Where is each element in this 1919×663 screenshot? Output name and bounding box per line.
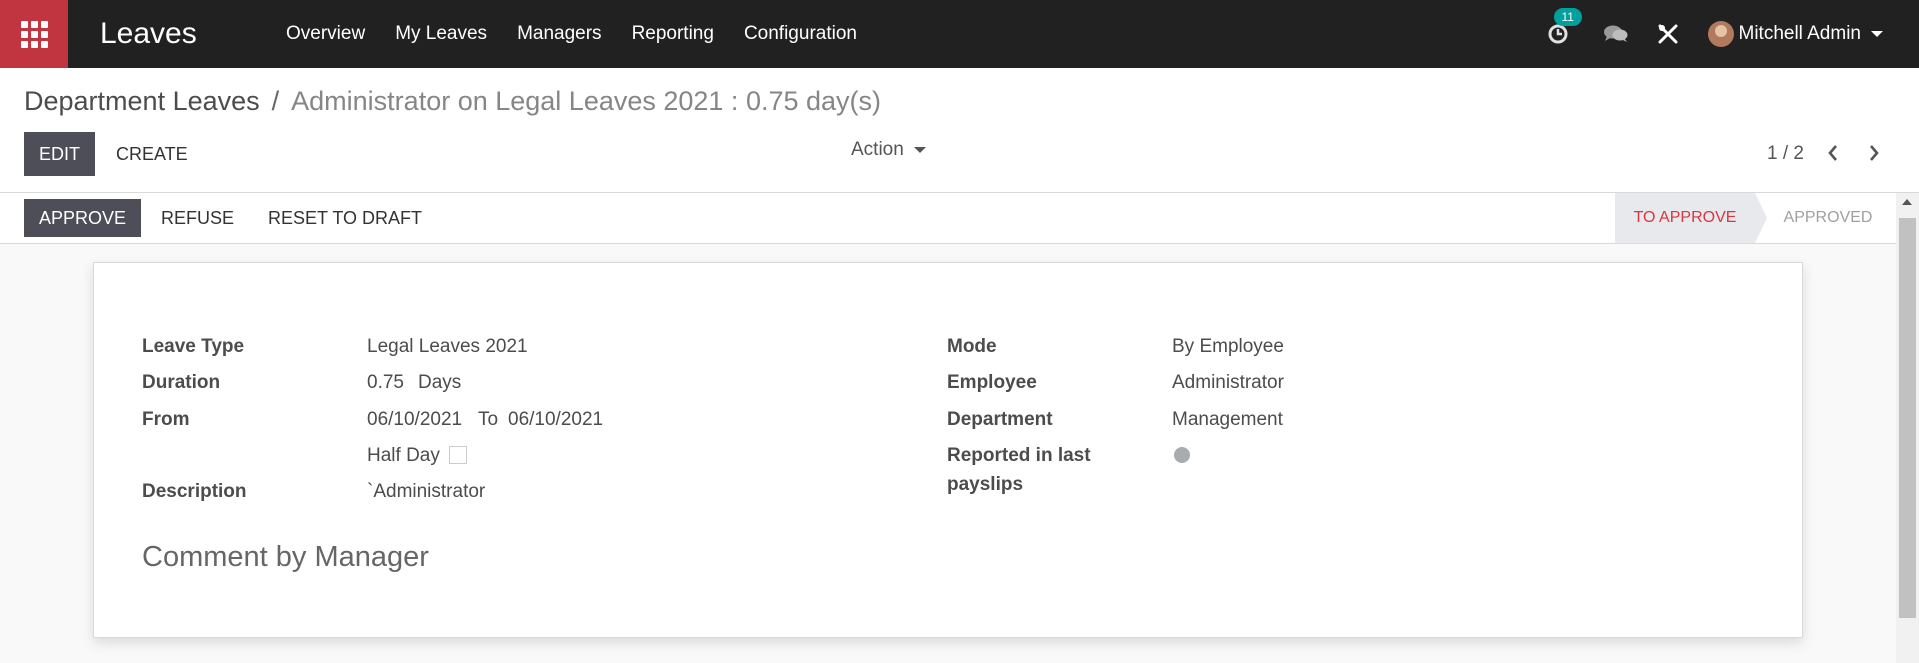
top-navbar: Leaves Overview My Leaves Managers Repor… — [0, 0, 1919, 68]
apps-grid-icon — [20, 20, 48, 48]
form-statusbar: APPROVE REFUSE RESET TO DRAFT TO APPROVE… — [0, 193, 1896, 244]
action-dropdown[interactable]: Action — [851, 139, 926, 161]
main-menu: Overview My Leaves Managers Reporting Co… — [286, 23, 887, 45]
mode-label: Mode — [947, 336, 997, 357]
from-label: From — [142, 409, 190, 430]
breadcrumb-separator: / — [271, 86, 280, 116]
pager-previous-button[interactable] — [1821, 138, 1845, 168]
scroll-up-arrow-icon[interactable] — [1902, 199, 1912, 205]
chevron-left-icon — [1828, 145, 1837, 161]
reported-label-line1: Reported in last — [947, 445, 1091, 466]
half-day-checkbox[interactable] — [449, 446, 467, 464]
refuse-button[interactable]: REFUSE — [161, 208, 234, 229]
chat-icon — [1603, 25, 1627, 42]
duration-unit: Days — [418, 372, 462, 393]
stage-approved[interactable]: APPROVED — [1770, 193, 1886, 243]
tools-icon — [1658, 24, 1677, 44]
stage-to-approve[interactable]: TO APPROVE — [1615, 193, 1755, 243]
stage-arrow — [1755, 193, 1767, 243]
control-panel: Department Leaves / Administrator on Legal… — [0, 68, 1919, 193]
user-name: Mitchell Admin — [1738, 23, 1862, 44]
duration-label: Duration — [142, 372, 221, 393]
half-day-label: Half Day — [367, 445, 440, 466]
menu-item-reporting[interactable]: Reporting — [632, 23, 714, 45]
edit-button[interactable]: EDIT — [24, 132, 95, 176]
duration-value[interactable]: 0.75 — [367, 372, 404, 394]
scrollbar-thumb[interactable] — [1899, 218, 1916, 618]
form-sheet: Leave Type Legal Leaves 2021 Duration 0.… — [93, 262, 1803, 638]
menu-item-managers[interactable]: Managers — [517, 23, 602, 45]
menu-item-configuration[interactable]: Configuration — [744, 23, 857, 45]
chevron-right-icon — [1870, 145, 1879, 161]
reset-to-draft-button[interactable]: RESET TO DRAFT — [268, 208, 422, 229]
reported-status-indicator — [1174, 447, 1190, 463]
activity-count-badge: 11 — [1553, 8, 1582, 26]
employee-label: Employee — [947, 372, 1037, 393]
to-label: To — [478, 409, 499, 430]
from-date[interactable]: 06/10/2021 — [367, 409, 462, 431]
mode-value[interactable]: By Employee — [1172, 336, 1284, 358]
reported-label-line2: payslips — [947, 474, 1024, 495]
scrollbar[interactable] — [1896, 193, 1919, 663]
to-date[interactable]: 06/10/2021 — [508, 409, 603, 431]
breadcrumb: Department Leaves / Administrator on Legal… — [24, 86, 881, 117]
leave-type-label: Leave Type — [142, 336, 245, 357]
pager-value[interactable]: 1 / 2 — [1767, 143, 1804, 165]
department-value[interactable]: Management — [1172, 409, 1283, 431]
breadcrumb-parent[interactable]: Department Leaves — [24, 86, 260, 116]
avatar — [1707, 21, 1734, 47]
employee-value[interactable]: Administrator — [1172, 372, 1284, 394]
app-brand[interactable]: Leaves — [100, 17, 286, 51]
department-label: Department — [947, 409, 1053, 430]
action-label: Action — [851, 139, 904, 160]
approve-button[interactable]: APPROVE — [24, 199, 141, 237]
description-label: Description — [142, 481, 247, 502]
messaging-button[interactable] — [1596, 14, 1636, 54]
leave-type-value[interactable]: Legal Leaves 2021 — [367, 336, 528, 358]
activity-button[interactable]: 11 — [1538, 8, 1582, 54]
description-value[interactable]: `Administrator — [367, 481, 485, 503]
clock-icon — [1548, 24, 1567, 44]
apps-menu-button[interactable] — [0, 0, 68, 68]
menu-item-overview[interactable]: Overview — [286, 23, 365, 45]
create-button[interactable]: CREATE — [116, 144, 188, 165]
navbar-systray: 11 Mitchell Admin — [1538, 0, 1919, 68]
menu-item-my-leaves[interactable]: My Leaves — [395, 23, 487, 45]
breadcrumb-current: Administrator on Legal Leaves 2021 : 0.7… — [291, 86, 882, 116]
pager-next-button[interactable] — [1862, 138, 1886, 168]
chevron-down-icon — [1871, 31, 1883, 37]
comment-by-manager-heading: Comment by Manager — [142, 541, 429, 573]
debug-tools-button[interactable] — [1648, 14, 1688, 54]
user-menu[interactable]: Mitchell Admin — [1707, 21, 1883, 47]
chevron-down-icon — [913, 146, 926, 153]
